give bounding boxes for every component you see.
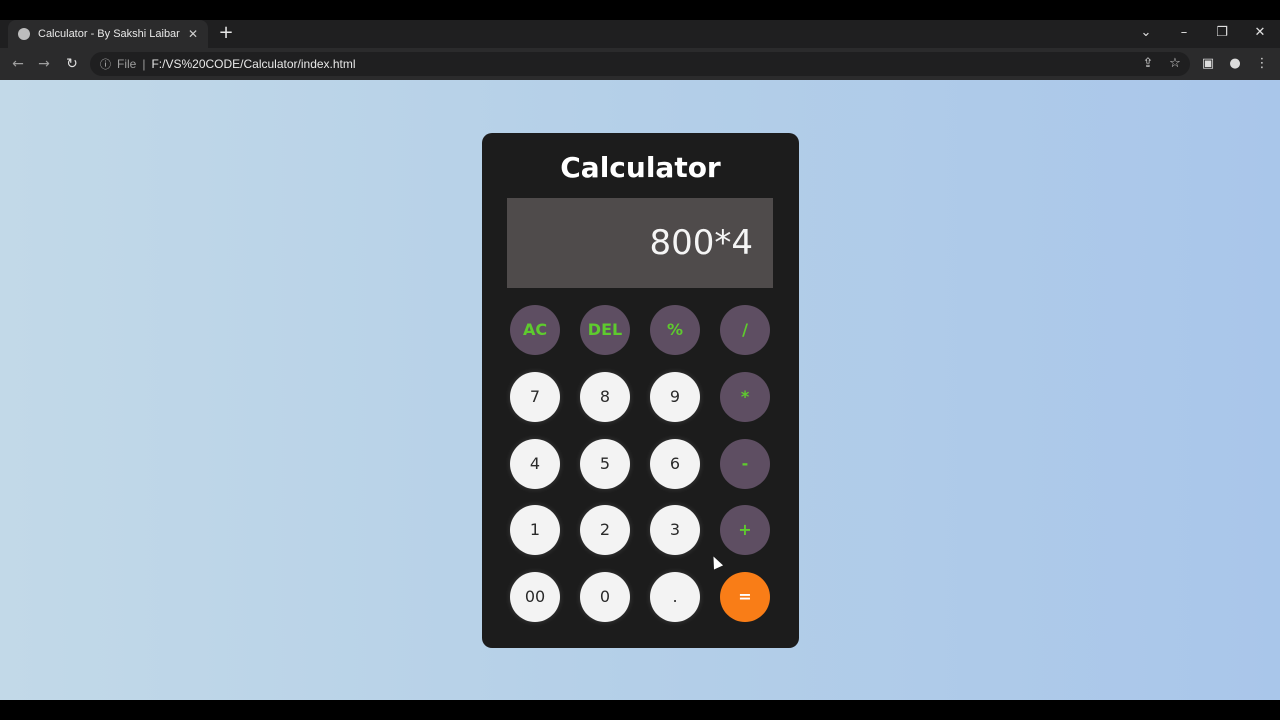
address-bar[interactable]: ⓘ File | F:/VS%20CODE/Calculator/index.h…: [90, 52, 1190, 76]
key-6[interactable]: 6: [650, 439, 700, 489]
calculator-title: Calculator: [560, 151, 721, 184]
key-9[interactable]: 9: [650, 372, 700, 422]
calculator-display: 800*4: [507, 198, 773, 288]
browser-toolbar: ← → ↻ ⓘ File | F:/VS%20CODE/Calculator/i…: [0, 48, 1280, 80]
close-icon[interactable]: ✕: [184, 27, 202, 41]
key-3[interactable]: 3: [650, 505, 700, 555]
star-icon[interactable]: ☆: [1165, 54, 1185, 74]
screen-bottom-border: [0, 700, 1280, 720]
forward-icon[interactable]: →: [34, 54, 54, 74]
key-2[interactable]: 2: [580, 505, 630, 555]
sidebar-icon[interactable]: ▣: [1198, 54, 1218, 74]
address-scheme: File: [117, 57, 137, 71]
key-multiply[interactable]: *: [720, 372, 770, 422]
browser-tab[interactable]: Calculator - By Sakshi Laibar ✕: [8, 20, 208, 48]
tab-title: Calculator - By Sakshi Laibar: [38, 28, 180, 40]
key-00[interactable]: 00: [510, 572, 560, 622]
key-0[interactable]: 0: [580, 572, 630, 622]
globe-icon: [18, 28, 30, 40]
chevron-down-icon[interactable]: ⌄: [1128, 20, 1164, 48]
key-5[interactable]: 5: [580, 439, 630, 489]
key-divide[interactable]: /: [720, 305, 770, 355]
address-url: F:/VS%20CODE/Calculator/index.html: [151, 57, 356, 71]
share-icon[interactable]: ⇪: [1138, 54, 1158, 74]
info-icon[interactable]: ⓘ: [100, 56, 111, 72]
profile-icon[interactable]: ●: [1225, 54, 1245, 74]
key-del[interactable]: DEL: [580, 305, 630, 355]
key-1[interactable]: 1: [510, 505, 560, 555]
key-7[interactable]: 7: [510, 372, 560, 422]
minimize-icon[interactable]: –: [1166, 20, 1202, 48]
tab-strip: Calculator - By Sakshi Laibar ✕ + ⌄ – ❐ …: [0, 20, 1280, 48]
screen-top-border: [0, 0, 1280, 20]
plus-icon[interactable]: +: [216, 23, 236, 43]
key-equals[interactable]: =: [720, 572, 770, 622]
menu-icon[interactable]: ⋮: [1252, 54, 1272, 74]
key-add[interactable]: +: [720, 505, 770, 555]
key-4[interactable]: 4: [510, 439, 560, 489]
key-8[interactable]: 8: [580, 372, 630, 422]
window-close-icon[interactable]: ✕: [1242, 20, 1278, 48]
reload-icon[interactable]: ↻: [62, 54, 82, 74]
key-percent[interactable]: %: [650, 305, 700, 355]
address-separator: |: [142, 57, 146, 71]
back-icon[interactable]: ←: [8, 54, 28, 74]
page-viewport: Calculator 800*4 AC DEL % / 7 8 9 * 4 5 …: [0, 80, 1280, 700]
key-decimal[interactable]: .: [650, 572, 700, 622]
calculator-panel: Calculator 800*4 AC DEL % / 7 8 9 * 4 5 …: [482, 133, 799, 648]
key-ac[interactable]: AC: [510, 305, 560, 355]
key-subtract[interactable]: -: [720, 439, 770, 489]
restore-icon[interactable]: ❐: [1204, 20, 1240, 48]
